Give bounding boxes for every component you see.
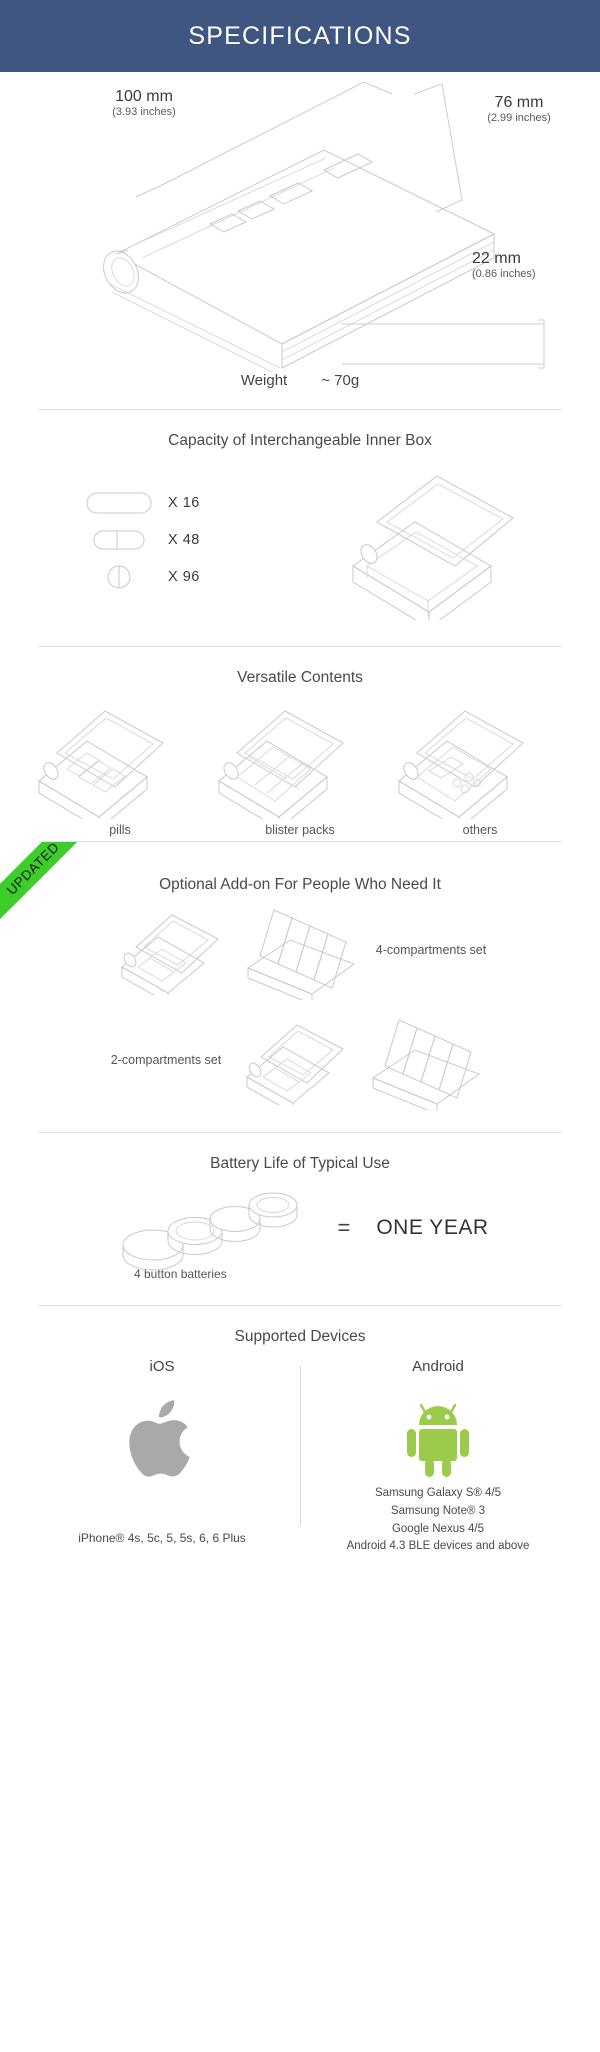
- android-models: Samsung Galaxy S® 4/5 Samsung Note® 3 Go…: [300, 1485, 576, 1556]
- addon-title: Optional Add-on For People Who Need It: [159, 876, 441, 893]
- divider-5: [38, 1305, 562, 1306]
- battery-section: Battery Life of Typical Use = ONE YEAR 4…: [0, 1155, 600, 1305]
- length-dimension-label: 100 mm (3.93 inches): [84, 88, 204, 119]
- android-model: Google Nexus 4/5: [391, 1522, 485, 1535]
- capacity-title: Capacity of Interchangeable Inner Box: [168, 432, 432, 449]
- android-column: Android Samsung Galaxy S® 4/5 Samsung No…: [300, 1358, 576, 1556]
- length-inches: (3.93 inches): [112, 106, 176, 119]
- versatile-item: blister packs: [211, 699, 389, 837]
- devices-title: Supported Devices: [234, 1328, 366, 1345]
- apple-logo-icon: [24, 1393, 300, 1485]
- blister-packs-box-icon: [218, 710, 344, 819]
- versatile-label: blister packs: [265, 823, 335, 837]
- capacity-count: X 96: [168, 568, 200, 585]
- thickness-dimension-label: 22 mm (0.86 inches): [472, 250, 582, 281]
- button-batteries-icon: [122, 1192, 298, 1271]
- four-compartment-tray-icon-2: [372, 1019, 481, 1110]
- addon-section: UPDATED Optional Add-on For People Who N…: [0, 842, 600, 1132]
- medium-capsule-icon: [84, 530, 154, 550]
- dimensions-diagram: 100 mm (3.93 inches) 76 mm (2.99 inches)…: [24, 72, 576, 372]
- round-tablet-icon: [84, 565, 154, 589]
- page-header: SPECIFICATIONS: [0, 0, 600, 72]
- android-model: Samsung Galaxy S® 4/5: [374, 1487, 502, 1499]
- two-compartment-label: 2-compartments set: [110, 1053, 222, 1067]
- capacity-section: Capacity of Interchangeable Inner Box X …: [0, 432, 600, 646]
- weight-value: ~ 70g: [321, 372, 360, 389]
- android-model: Android 4.3 BLE devices and above: [346, 1540, 530, 1553]
- android-model: Samsung Note® 3: [390, 1504, 486, 1517]
- addon-row-two: 2-compartments set: [24, 1010, 576, 1132]
- equals-sign: =: [337, 1215, 351, 1240]
- length-value: 100 mm: [115, 88, 173, 105]
- capacity-row: X 48: [84, 521, 289, 558]
- four-compartment-tray-icon: [246, 909, 355, 1000]
- page-title: SPECIFICATIONS: [188, 21, 412, 50]
- capacity-row: X 16: [84, 484, 289, 521]
- supported-devices-section: Supported Devices iOS iPhone® 4s, 5c, 5,…: [0, 1328, 600, 1582]
- dimensions-section: 100 mm (3.93 inches) 76 mm (2.99 inches)…: [0, 72, 600, 409]
- versatile-item: pills: [31, 699, 209, 837]
- specifications-page: SPECIFICATIONS 100 mm (3.93 inches) 76 m…: [0, 0, 600, 1582]
- battery-title: Battery Life of Typical Use: [210, 1155, 390, 1172]
- others-box-icon: [398, 710, 524, 819]
- versatile-label: pills: [109, 823, 131, 837]
- ios-models: iPhone® 4s, 5c, 5, 5s, 6, 6 Plus: [78, 1531, 246, 1545]
- android-label: Android: [412, 1358, 464, 1375]
- width-value: 76 mm: [494, 94, 544, 111]
- open-box-illustration: [289, 470, 576, 620]
- thickness-value: 22 mm: [472, 250, 521, 267]
- ios-label: iOS: [149, 1358, 175, 1375]
- divider-1: [38, 409, 562, 410]
- divider-2: [38, 646, 562, 647]
- versatile-item: others: [391, 699, 569, 837]
- two-compartment-box-icon-2: [246, 1024, 345, 1105]
- battery-row: = ONE YEAR: [24, 1179, 576, 1273]
- addon-row-four: 4-compartments set: [24, 900, 576, 1000]
- versatile-title: Versatile Contents: [237, 669, 363, 686]
- pills-box-icon: [38, 710, 164, 819]
- capacity-list: X 16 X 48 X 96: [24, 470, 289, 595]
- width-inches: (2.99 inches): [487, 112, 551, 125]
- weight-label: Weight: [240, 372, 288, 389]
- four-compartment-label: 4-compartments set: [375, 943, 487, 957]
- capacity-count: X 16: [168, 494, 200, 511]
- two-compartment-box-icon: [120, 914, 219, 995]
- android-robot-icon: [300, 1393, 576, 1485]
- ios-column: iOS iPhone® 4s, 5c, 5, 5s, 6, 6 Plus: [24, 1358, 300, 1556]
- versatile-label: others: [462, 823, 498, 837]
- divider-4: [38, 1132, 562, 1133]
- width-dimension-label: 76 mm (2.99 inches): [464, 94, 574, 125]
- thickness-inches: (0.86 inches): [472, 268, 536, 281]
- large-capsule-icon: [84, 492, 154, 514]
- capacity-row: X 96: [84, 558, 289, 595]
- versatile-contents-section: Versatile Contents pills blister packs o…: [0, 669, 600, 841]
- battery-result: ONE YEAR: [376, 1216, 489, 1239]
- capacity-count: X 48: [168, 531, 200, 548]
- weight-row: Weight ~ 70g: [24, 372, 576, 409]
